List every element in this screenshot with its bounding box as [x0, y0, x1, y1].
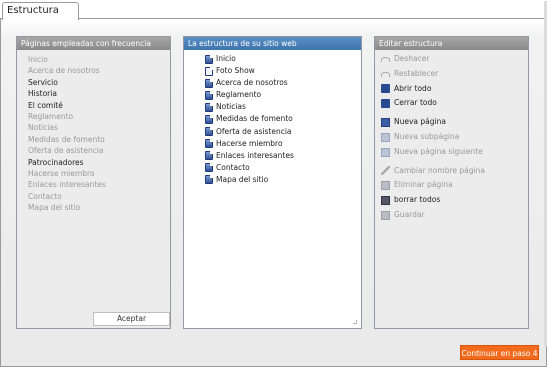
page-item[interactable]: Contacto [17, 191, 170, 202]
tree-node-label: Medidas de fomento [216, 114, 293, 124]
resize-grip-icon[interactable] [353, 320, 357, 324]
tree-node[interactable]: Medidas de fomento [205, 113, 361, 125]
redo-icon [381, 71, 390, 77]
action-label: Cambiar nombre página [394, 165, 485, 175]
page-item[interactable]: Patrocinadores [17, 157, 170, 168]
page-item[interactable]: Acerca de nosotros [17, 65, 170, 76]
accept-row: Aceptar [17, 308, 170, 328]
page-item[interactable]: Historia [17, 88, 170, 99]
tree-node[interactable]: Enlaces interesantes [205, 150, 361, 162]
tree-node-label: Acerca de nosotros [216, 78, 288, 88]
page-icon [205, 175, 213, 185]
new-subpage-button[interactable]: Nueva subpágina [375, 130, 528, 145]
new-page-button[interactable]: Nueva página [375, 115, 528, 130]
tree-node[interactable]: Contacto [205, 162, 361, 174]
page-item[interactable]: Hacerse miembro [17, 168, 170, 179]
rename-page-button[interactable]: Cambiar nombre página [375, 164, 528, 179]
action-label: Nueva página [394, 117, 446, 127]
action-label: Nueva página siguiente [394, 146, 483, 156]
action-label: borrar todos [394, 195, 441, 205]
page-icon [205, 90, 213, 100]
tree-node[interactable]: Mapa del sitio [205, 174, 361, 186]
site-structure-title: La estructura de su sitio web [184, 37, 361, 50]
accept-button[interactable]: Aceptar [93, 312, 170, 326]
tree-node[interactable]: Inicio [205, 53, 361, 65]
edit-structure-panel: Editar estructura Deshacer Restablecer A… [374, 36, 529, 329]
page-icon [205, 127, 213, 137]
page-item[interactable]: Oferta de asistencia [17, 145, 170, 156]
page-item[interactable]: Servicio [17, 77, 170, 88]
restore-button[interactable]: Restablecer [375, 67, 528, 82]
undo-button[interactable]: Deshacer [375, 52, 528, 67]
page-item[interactable]: El comité [17, 100, 170, 111]
tree-node[interactable]: Reglamento [205, 89, 361, 101]
save-button[interactable]: Guardar [375, 208, 528, 223]
delete-all-icon [381, 196, 390, 206]
accept-notch [17, 308, 87, 328]
delete-all-button[interactable]: borrar todos [375, 193, 528, 208]
page-icon [205, 54, 213, 64]
tree-node-label: Contacto [216, 162, 250, 172]
frequent-pages-panel: Páginas empleadas con frecuencia Inicio … [16, 36, 171, 329]
action-label: Cerrar todo [394, 98, 437, 108]
action-label: Restablecer [394, 68, 439, 78]
page-icon [205, 115, 213, 125]
action-label: Abrir todo [394, 83, 432, 93]
tab-estructura[interactable]: Estructura [2, 2, 79, 20]
site-structure-tree: Inicio Foto Show Acerca de nosotros Regl… [184, 50, 361, 186]
tree-node-label: Mapa del sitio [216, 174, 269, 184]
tree-node-label: Noticias [216, 102, 246, 112]
tree-node-label: Foto Show [216, 66, 255, 76]
page-item[interactable]: Mapa del sitio [17, 202, 170, 213]
page-icon [205, 102, 213, 112]
site-structure-panel: La estructura de su sitio web Inicio Fot… [183, 36, 362, 329]
frequent-pages-list: Inicio Acerca de nosotros Servicio Histo… [17, 50, 170, 213]
tree-node[interactable]: Acerca de nosotros [205, 77, 361, 89]
continue-step-4-button[interactable]: Continuar en paso 4 [460, 345, 539, 360]
delete-page-button[interactable]: Eliminar página [375, 178, 528, 193]
open-all-button[interactable]: Abrir todo [375, 82, 528, 97]
action-label: Guardar [394, 209, 425, 219]
page-item[interactable]: Noticias [17, 122, 170, 133]
tree-node[interactable]: Hacerse miembro [205, 138, 361, 150]
page-icon [205, 78, 213, 88]
edit-structure-title: Editar estructura [375, 37, 528, 50]
action-label: Eliminar página [394, 180, 453, 190]
tree-node-label: Inicio [216, 54, 236, 63]
page-icon [205, 163, 213, 173]
delete-icon [381, 181, 390, 191]
action-label: Deshacer [394, 54, 430, 63]
action-label: Nueva subpágina [394, 131, 460, 141]
page-icon [205, 139, 213, 149]
new-next-page-icon [381, 147, 390, 157]
close-all-button[interactable]: Cerrar todo [375, 96, 528, 111]
tree-node-label: Enlaces interesantes [216, 150, 294, 160]
undo-icon [381, 56, 390, 62]
tree-node[interactable]: Oferta de asistencia [205, 126, 361, 138]
tree-node[interactable]: Foto Show [205, 65, 361, 77]
tree-node-label: Reglamento [216, 90, 262, 100]
page-icon [205, 151, 213, 161]
page-icon [205, 66, 213, 76]
page-item[interactable]: Enlaces interesantes [17, 179, 170, 190]
edit-actions-list: Deshacer Restablecer Abrir todo Cerrar t… [375, 50, 528, 223]
save-icon [381, 210, 390, 220]
tree-node[interactable]: Noticias [205, 101, 361, 113]
folder-open-icon [381, 84, 390, 94]
tree-node-label: Oferta de asistencia [216, 126, 292, 136]
new-next-page-button[interactable]: Nueva página siguiente [375, 145, 528, 160]
rename-icon [381, 166, 390, 176]
new-subpage-icon [381, 132, 390, 142]
tree-node-label: Hacerse miembro [216, 138, 283, 148]
page-item[interactable]: Medidas de fomento [17, 134, 170, 145]
frequent-pages-title: Páginas empleadas con frecuencia [17, 37, 170, 50]
new-page-icon [381, 118, 390, 128]
page-item[interactable]: Reglamento [17, 111, 170, 122]
page-item[interactable]: Inicio [17, 54, 170, 65]
folder-closed-icon [381, 99, 390, 109]
